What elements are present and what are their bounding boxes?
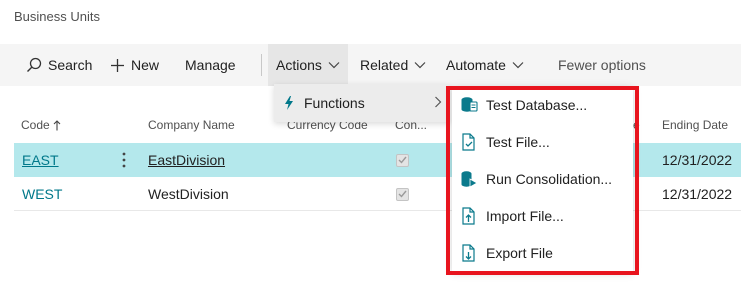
page-title: Business Units bbox=[14, 9, 100, 24]
import-file-icon bbox=[460, 206, 478, 225]
automate-button[interactable]: Automate bbox=[446, 44, 524, 86]
fewer-options-label: Fewer options bbox=[558, 57, 646, 73]
consolidate-checkbox[interactable] bbox=[396, 177, 409, 211]
chevron-down-icon bbox=[328, 61, 340, 69]
fewer-options-button[interactable]: Fewer options bbox=[558, 44, 646, 86]
functions-menu-item[interactable]: Functions bbox=[274, 84, 450, 122]
search-label: Search bbox=[48, 57, 93, 73]
export-file-label: Export File bbox=[486, 244, 553, 261]
code-cell[interactable]: WEST bbox=[22, 177, 62, 211]
export-file-icon bbox=[460, 243, 478, 262]
search-icon bbox=[26, 57, 42, 73]
company-name-cell[interactable]: EastDivision bbox=[148, 143, 225, 177]
test-file-label: Test File... bbox=[486, 133, 550, 150]
run-consolidation-menu-item[interactable]: Run Consolidation... bbox=[452, 160, 633, 197]
actions-button[interactable]: Actions bbox=[268, 44, 348, 86]
related-button[interactable]: Related bbox=[360, 44, 426, 86]
search-button[interactable]: Search bbox=[26, 44, 92, 86]
manage-label: Manage bbox=[185, 57, 236, 73]
related-label: Related bbox=[360, 57, 409, 73]
action-bar: Search New Manage Actions Related Automa… bbox=[0, 44, 741, 86]
toolbar-divider bbox=[261, 54, 262, 76]
functions-submenu: Test Database... Test File... Run Consol… bbox=[452, 86, 633, 271]
test-file-menu-item[interactable]: Test File... bbox=[452, 123, 633, 160]
ending-date-cell: 12/31/2022 bbox=[662, 152, 733, 168]
actions-label: Actions bbox=[276, 57, 322, 73]
sort-ascending-icon bbox=[53, 119, 61, 131]
column-header-code[interactable]: Code bbox=[21, 108, 61, 142]
column-header-code-label: Code bbox=[21, 118, 50, 132]
chevron-down-icon bbox=[414, 61, 426, 69]
company-name-cell: WestDivision bbox=[148, 186, 229, 202]
manage-button[interactable]: Manage bbox=[185, 44, 236, 86]
code-cell[interactable]: EAST bbox=[22, 143, 59, 177]
chevron-right-icon bbox=[434, 96, 442, 108]
run-consolidation-label: Run Consolidation... bbox=[486, 170, 613, 187]
automate-label: Automate bbox=[446, 57, 506, 73]
test-database-label: Test Database... bbox=[486, 96, 588, 113]
chevron-down-icon bbox=[512, 61, 524, 69]
test-database-icon bbox=[460, 96, 478, 114]
ending-date-cell: 12/31/2022 bbox=[662, 186, 733, 202]
column-header-truncated: e bbox=[633, 118, 640, 132]
new-button[interactable]: New bbox=[110, 44, 159, 86]
column-header-company-name[interactable]: Company Name bbox=[148, 108, 235, 142]
functions-label: Functions bbox=[304, 95, 365, 111]
test-file-icon bbox=[460, 132, 478, 151]
plus-icon bbox=[110, 58, 125, 73]
new-label: New bbox=[131, 57, 160, 73]
test-database-menu-item[interactable]: Test Database... bbox=[452, 86, 633, 123]
row-actions-icon[interactable] bbox=[122, 143, 126, 177]
import-file-label: Import File... bbox=[486, 207, 564, 224]
lightning-icon bbox=[284, 96, 294, 110]
consolidate-checkbox[interactable] bbox=[396, 143, 409, 177]
export-file-menu-item[interactable]: Export File bbox=[452, 234, 633, 271]
import-file-menu-item[interactable]: Import File... bbox=[452, 197, 633, 234]
run-consolidation-icon bbox=[460, 170, 478, 188]
column-header-ending-date[interactable]: Ending Date bbox=[662, 108, 728, 142]
